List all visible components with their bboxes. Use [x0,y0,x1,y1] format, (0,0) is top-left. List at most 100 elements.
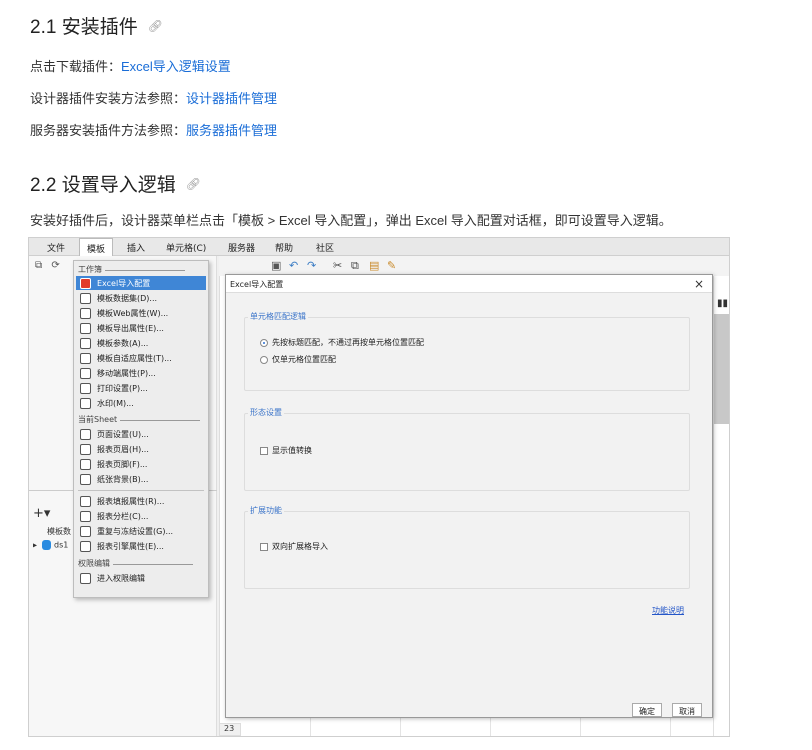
workbook-header: 工作簿 [78,265,185,274]
scrollbar[interactable] [714,314,729,424]
menu-insert[interactable]: 插入 [127,241,145,254]
download-plugin-link[interactable]: Excel导入逻辑设置 [121,59,231,74]
match-logic-title: 单元格匹配逻辑 [248,311,308,322]
radio-icon[interactable] [260,355,268,364]
left-toolbar: ⧉ ⟳ [35,260,60,271]
header-icon [80,443,91,455]
menu-help[interactable]: 帮助 [275,241,293,254]
page-setup-icon [80,428,91,440]
cut-icon[interactable]: ✂ [333,259,342,272]
checkbox-icon[interactable] [260,446,268,455]
menu-item-print-settings[interactable]: 打印设置(P)... [76,381,206,395]
menu-item-label: 模板Web属性(W)... [97,308,169,318]
menu-item-report-header[interactable]: 报表页眉(H)... [76,442,206,456]
radio-position-only-label: 仅单元格位置匹配 [272,355,336,364]
new-icon[interactable]: ⧉ [35,260,42,271]
columns-icon [80,510,91,522]
menu-item-label: 进入权限编辑 [97,573,145,583]
radio-selected-icon[interactable] [260,338,268,347]
download-prefix: 点击下载插件： [30,59,122,74]
menu-item-template-dataset[interactable]: 模板数据集(D)... [76,291,206,305]
menubar: 文件 模板 插入 单元格(C) 服务器 帮助 社区 [29,238,729,256]
add-dataset-icon[interactable]: +▾ [33,506,50,521]
menu-item-report-footer[interactable]: 报表页脚(F)... [76,457,206,471]
instruction-text: 安装好插件后，设计器菜单栏点击「模板 > Excel 导入配置」，弹出 Exce… [30,213,672,228]
excel-import-dialog: Excel导入配置 × 单元格匹配逻辑 先按标题匹配，不通过再按单元格位置匹配 … [225,274,713,718]
database-icon [42,540,52,550]
copy-icon[interactable]: ⧉ [351,259,359,273]
server-install-line: 服务器安装插件方法参照：服务器插件管理 [30,120,277,139]
menu-item-label: Excel导入配置 [97,278,151,288]
permission-header: 权限编辑 [78,559,193,568]
menu-item-web-attributes[interactable]: 模板Web属性(W)... [76,306,206,320]
menu-server[interactable]: 服务器 [228,241,255,254]
section-title-logic-text: 2.2 设置导入逻辑 [30,175,176,196]
footer-icon [80,458,91,470]
template-menu-dropdown: 工作簿 Excel导入配置 模板数据集(D)... 模板Web属性(W)... … [73,260,209,598]
checkbox-display-value-label: 显示值转换 [272,446,312,455]
radio-position-only[interactable]: 仅单元格位置匹配 [260,354,336,365]
link-icon[interactable]: 🔗︎ [148,19,163,33]
row-header: 23 [219,723,241,736]
menu-item-label: 报表页脚(F)... [97,459,148,469]
menu-item-excel-import-config[interactable]: Excel导入配置 [76,276,206,290]
menu-item-engine-attributes[interactable]: 报表引擎属性(E)... [76,539,206,553]
refresh-icon[interactable]: ⟳ [51,260,59,271]
expand-arrow-icon[interactable]: ▸ [33,541,37,550]
paste-icon[interactable]: ▤ [369,259,379,272]
permission-icon [80,572,91,584]
checkbox-display-value[interactable]: 显示值转换 [260,445,312,456]
designer-install-prefix: 设计器插件安装方法参照： [30,91,187,106]
menu-item-page-setup[interactable]: 页面设置(U)... [76,427,206,441]
help-link[interactable]: 功能说明 [652,605,684,616]
menu-item-paper-background[interactable]: 纸张背景(B)... [76,472,206,486]
printer-icon [80,382,91,394]
checkbox-bidirectional[interactable]: 双向扩展格导入 [260,541,328,552]
menu-item-label: 模板导出属性(E)... [97,323,164,333]
menu-item-watermark[interactable]: 水印(M)... [76,396,206,410]
chart-icon[interactable]: ▮▮ [717,298,728,309]
excel-import-icon [80,277,91,289]
menu-template[interactable]: 模板 [79,238,114,256]
ok-button[interactable]: 确定 [632,703,662,717]
redo-icon[interactable]: ↷ [307,259,316,272]
menu-item-columns[interactable]: 报表分栏(C)... [76,509,206,523]
link-icon[interactable]: 🔗︎ [186,177,201,191]
menu-item-adaptive[interactable]: 模板自适应属性(T)... [76,351,206,365]
cancel-button[interactable]: 取消 [672,703,702,717]
section-title-logic: 2.2 设置导入逻辑 🔗︎ [30,170,201,197]
designer-plugin-link[interactable]: 设计器插件管理 [186,91,277,106]
menu-cell[interactable]: 单元格(C) [166,241,206,254]
radio-title-match[interactable]: 先按标题匹配，不通过再按单元格位置匹配 [260,337,424,348]
dataset-item[interactable]: ▸ ds1 [33,540,68,550]
main-toolbar: ▣ ↶ ↷ ✂ ⧉ ▤ ✎ [219,256,729,276]
radio-title-match-label: 先按标题匹配，不通过再按单元格位置匹配 [272,338,424,347]
menu-item-mobile[interactable]: 移动端属性(P)... [76,366,206,380]
menu-item-label: 报表引擎属性(E)... [97,541,164,551]
menu-divider [78,490,204,491]
dialog-title: Excel导入配置 [230,280,284,289]
close-icon[interactable]: × [694,277,704,291]
menu-community[interactable]: 社区 [316,241,334,254]
menu-item-export-attributes[interactable]: 模板导出属性(E)... [76,321,206,335]
undo-icon[interactable]: ↶ [289,259,298,272]
menu-item-label: 模板自适应属性(T)... [97,353,172,363]
menu-item-repeat-freeze[interactable]: 重复与冻结设置(G)... [76,524,206,538]
save-icon[interactable]: ▣ [271,259,281,272]
designer-install-line: 设计器插件安装方法参照：设计器插件管理 [30,88,277,107]
menu-item-template-params[interactable]: 模板参数(A)... [76,336,206,350]
section-title-install: 2.1 安装插件 🔗︎ [30,12,163,39]
checkbox-icon[interactable] [260,542,268,551]
menu-item-permission-edit[interactable]: 进入权限编辑 [76,571,206,585]
menu-item-label: 纸张背景(B)... [97,474,149,484]
menu-item-label: 报表分栏(C)... [97,511,149,521]
adaptive-icon [80,352,91,364]
menu-item-fill-attributes[interactable]: 报表填报属性(R)... [76,494,206,508]
checkbox-bidirectional-label: 双向扩展格导入 [272,542,328,551]
dataset-name: ds1 [54,540,69,550]
format-painter-icon[interactable]: ✎ [387,259,396,272]
server-plugin-link[interactable]: 服务器插件管理 [186,123,277,138]
menu-item-label: 报表填报属性(R)... [97,496,165,506]
menu-file[interactable]: 文件 [47,241,65,254]
parameter-icon [80,337,91,349]
